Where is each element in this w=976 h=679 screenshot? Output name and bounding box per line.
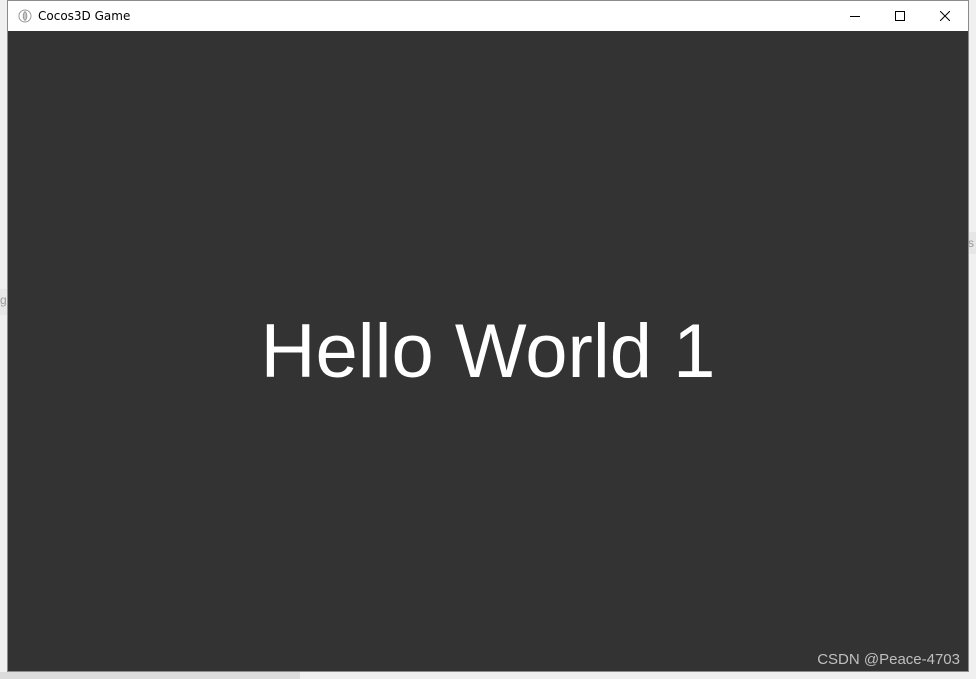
hello-world-label: Hello World 1 <box>260 309 716 394</box>
title-bar[interactable]: Cocos3D Game <box>8 1 968 31</box>
background-window-fragment-left: g <box>0 289 7 315</box>
minimize-button[interactable] <box>832 1 878 31</box>
window-title: Cocos3D Game <box>38 9 131 23</box>
game-window: Cocos3D Game Hello World 1 CSDN @Peace-4… <box>7 0 969 672</box>
background-text-fragment-left: g <box>0 293 7 307</box>
watermark-text: CSDN @Peace-4703 <box>817 651 960 668</box>
maximize-icon <box>895 11 905 21</box>
close-icon <box>940 11 950 21</box>
game-canvas[interactable]: Hello World 1 CSDN @Peace-4703 <box>8 31 968 671</box>
maximize-button[interactable] <box>877 1 923 31</box>
cocos-app-icon[interactable] <box>18 9 32 23</box>
background-taskbar-fragment <box>0 672 300 679</box>
background-window-fragment-right: s <box>968 232 976 254</box>
close-button[interactable] <box>922 1 968 31</box>
minimize-icon <box>850 16 860 17</box>
desktop: s g Cocos3D Game Hello World 1 CSDN @Pea… <box>0 0 976 679</box>
